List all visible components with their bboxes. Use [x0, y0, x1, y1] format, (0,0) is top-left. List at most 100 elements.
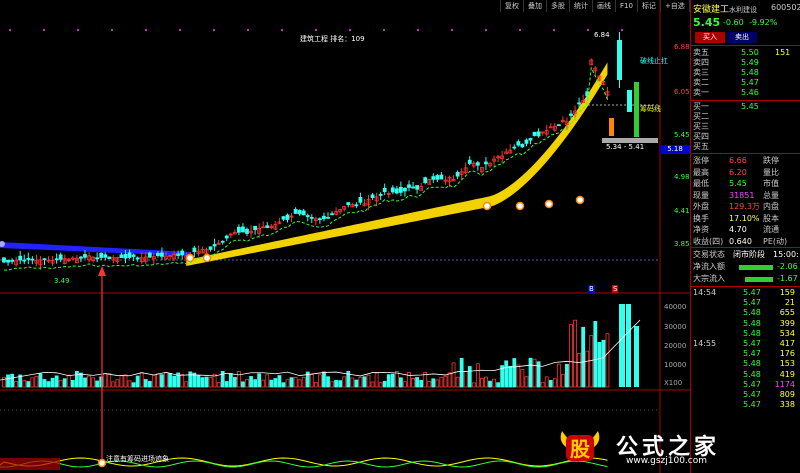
volume-bar	[528, 357, 533, 388]
volume-bar	[569, 324, 573, 388]
volume-bar	[34, 375, 39, 388]
vol-axis-2: 20000	[664, 342, 687, 350]
stat-label-2: PE(动)	[763, 236, 788, 246]
volume-bar	[508, 365, 513, 388]
tick-volume: 338	[779, 400, 795, 410]
candle-body	[155, 252, 160, 256]
candle-body	[241, 226, 245, 233]
divider	[691, 153, 800, 154]
volume-bar	[484, 376, 488, 388]
candle-body	[18, 255, 23, 261]
ask-price: 5.49	[741, 58, 759, 67]
ask-row: 卖四 5.49	[693, 58, 799, 68]
candle-body	[536, 131, 541, 137]
stat-label-2: 跌停	[763, 156, 779, 165]
candle-body	[439, 174, 444, 180]
toolbar-add-watch-button[interactable]: +自选	[659, 0, 689, 12]
volume-bar	[168, 373, 172, 388]
signal-circle	[544, 199, 554, 209]
buy-button[interactable]: 买入	[695, 32, 725, 43]
volume-bar	[38, 373, 43, 388]
volume-bar	[188, 371, 193, 388]
candle-body	[103, 254, 108, 258]
toolbar-draw-button[interactable]: 画线	[592, 0, 615, 12]
signal-label: 注意有筹码进场迹象	[106, 455, 169, 463]
price-axis-4: 4.41	[674, 207, 690, 215]
bid-price: 5.45	[741, 102, 759, 111]
stat-row: 换手 17.10% 股本	[693, 214, 799, 224]
tick-price: 5.47	[743, 288, 761, 297]
volume-bar	[403, 381, 407, 388]
volume-bar	[512, 358, 517, 388]
bid-row: 买一 5.45	[693, 102, 799, 112]
kline-chart[interactable]	[0, 0, 690, 473]
candle-body	[180, 250, 185, 256]
top-marker-dot	[349, 29, 351, 31]
candle-body	[305, 215, 310, 217]
tick-volume: 417	[779, 339, 795, 348]
candle-body	[435, 175, 440, 180]
ask-row: 卖五 5.50 151	[693, 48, 799, 58]
tick-volume: 419	[779, 369, 795, 379]
stat-value: 6.66	[729, 156, 747, 165]
candle-body	[160, 252, 164, 257]
tick-price: 5.47	[743, 349, 761, 359]
stat-row: 外盘 129.3万 内盘	[693, 202, 799, 212]
high-price-label: 6.84	[594, 31, 610, 39]
volume-bar	[374, 372, 379, 388]
stat-label: 换手	[693, 213, 709, 223]
chart-toolbar: 复权 叠加 多股 统计 画线 F10 标记 +自选 返回	[500, 0, 708, 12]
volume-bar	[471, 382, 476, 388]
stat-value: 6.20	[729, 167, 747, 177]
candle-body	[423, 177, 428, 183]
candle-body	[431, 176, 436, 180]
toolbar-mark-button[interactable]: 标记	[636, 0, 660, 12]
toolbar-overlay-button[interactable]: 叠加	[523, 0, 546, 12]
volume-bar	[208, 376, 213, 388]
volume-bar	[492, 378, 496, 388]
top-marker-dot	[587, 29, 589, 31]
stat-value: 129.3万	[729, 202, 760, 211]
candle-body	[528, 138, 533, 141]
volume-bar	[127, 380, 132, 388]
stock-name: 安徽建工水利建设	[693, 5, 758, 15]
volume-bar	[544, 376, 549, 388]
volume-bar	[143, 379, 148, 388]
toolbar-f10-button[interactable]: F10	[615, 0, 637, 12]
candle-body	[285, 214, 290, 220]
tick-volume: 159	[779, 288, 795, 297]
divider	[691, 286, 800, 287]
candle-body	[79, 256, 83, 259]
tick-row: 5.47 809	[693, 390, 799, 400]
candle-body	[411, 186, 415, 189]
top-marker-dot	[43, 29, 45, 31]
last-price: 5.45	[693, 16, 721, 29]
volume-bar	[394, 371, 399, 388]
volume-bar	[309, 374, 314, 388]
top-marker-dot	[281, 29, 283, 31]
volume-bar	[249, 376, 253, 388]
tick-row: 5.48 534	[693, 329, 799, 339]
candle-body	[346, 202, 351, 206]
candle-body	[176, 253, 181, 256]
volume-bar	[516, 364, 521, 388]
candle-body	[309, 217, 314, 219]
quote-panel: 安徽建工水利建设 600502R 5.45 -0.60 -9.92% 买入 卖出…	[690, 0, 800, 473]
ask-price: 5.46	[741, 88, 759, 97]
volume-bar	[334, 379, 339, 388]
tick-price: 5.47	[743, 339, 761, 348]
volume-bar	[556, 363, 561, 388]
sell-button[interactable]: 卖出	[727, 32, 757, 43]
stat-label: 现量	[693, 190, 709, 200]
volume-bar-big	[634, 326, 639, 387]
candle-body	[119, 254, 124, 259]
bid-label: 买四	[693, 132, 709, 141]
candle-body	[42, 258, 47, 261]
indicator-block	[0, 458, 60, 470]
toolbar-multi-button[interactable]: 多股	[546, 0, 569, 12]
toolbar-stats-button[interactable]: 统计	[569, 0, 592, 12]
candle-body	[22, 259, 27, 262]
bid-row: 买三	[693, 122, 799, 132]
stat-label: 最高	[693, 167, 709, 177]
toolbar-fuquan-button[interactable]: 复权	[500, 0, 523, 12]
